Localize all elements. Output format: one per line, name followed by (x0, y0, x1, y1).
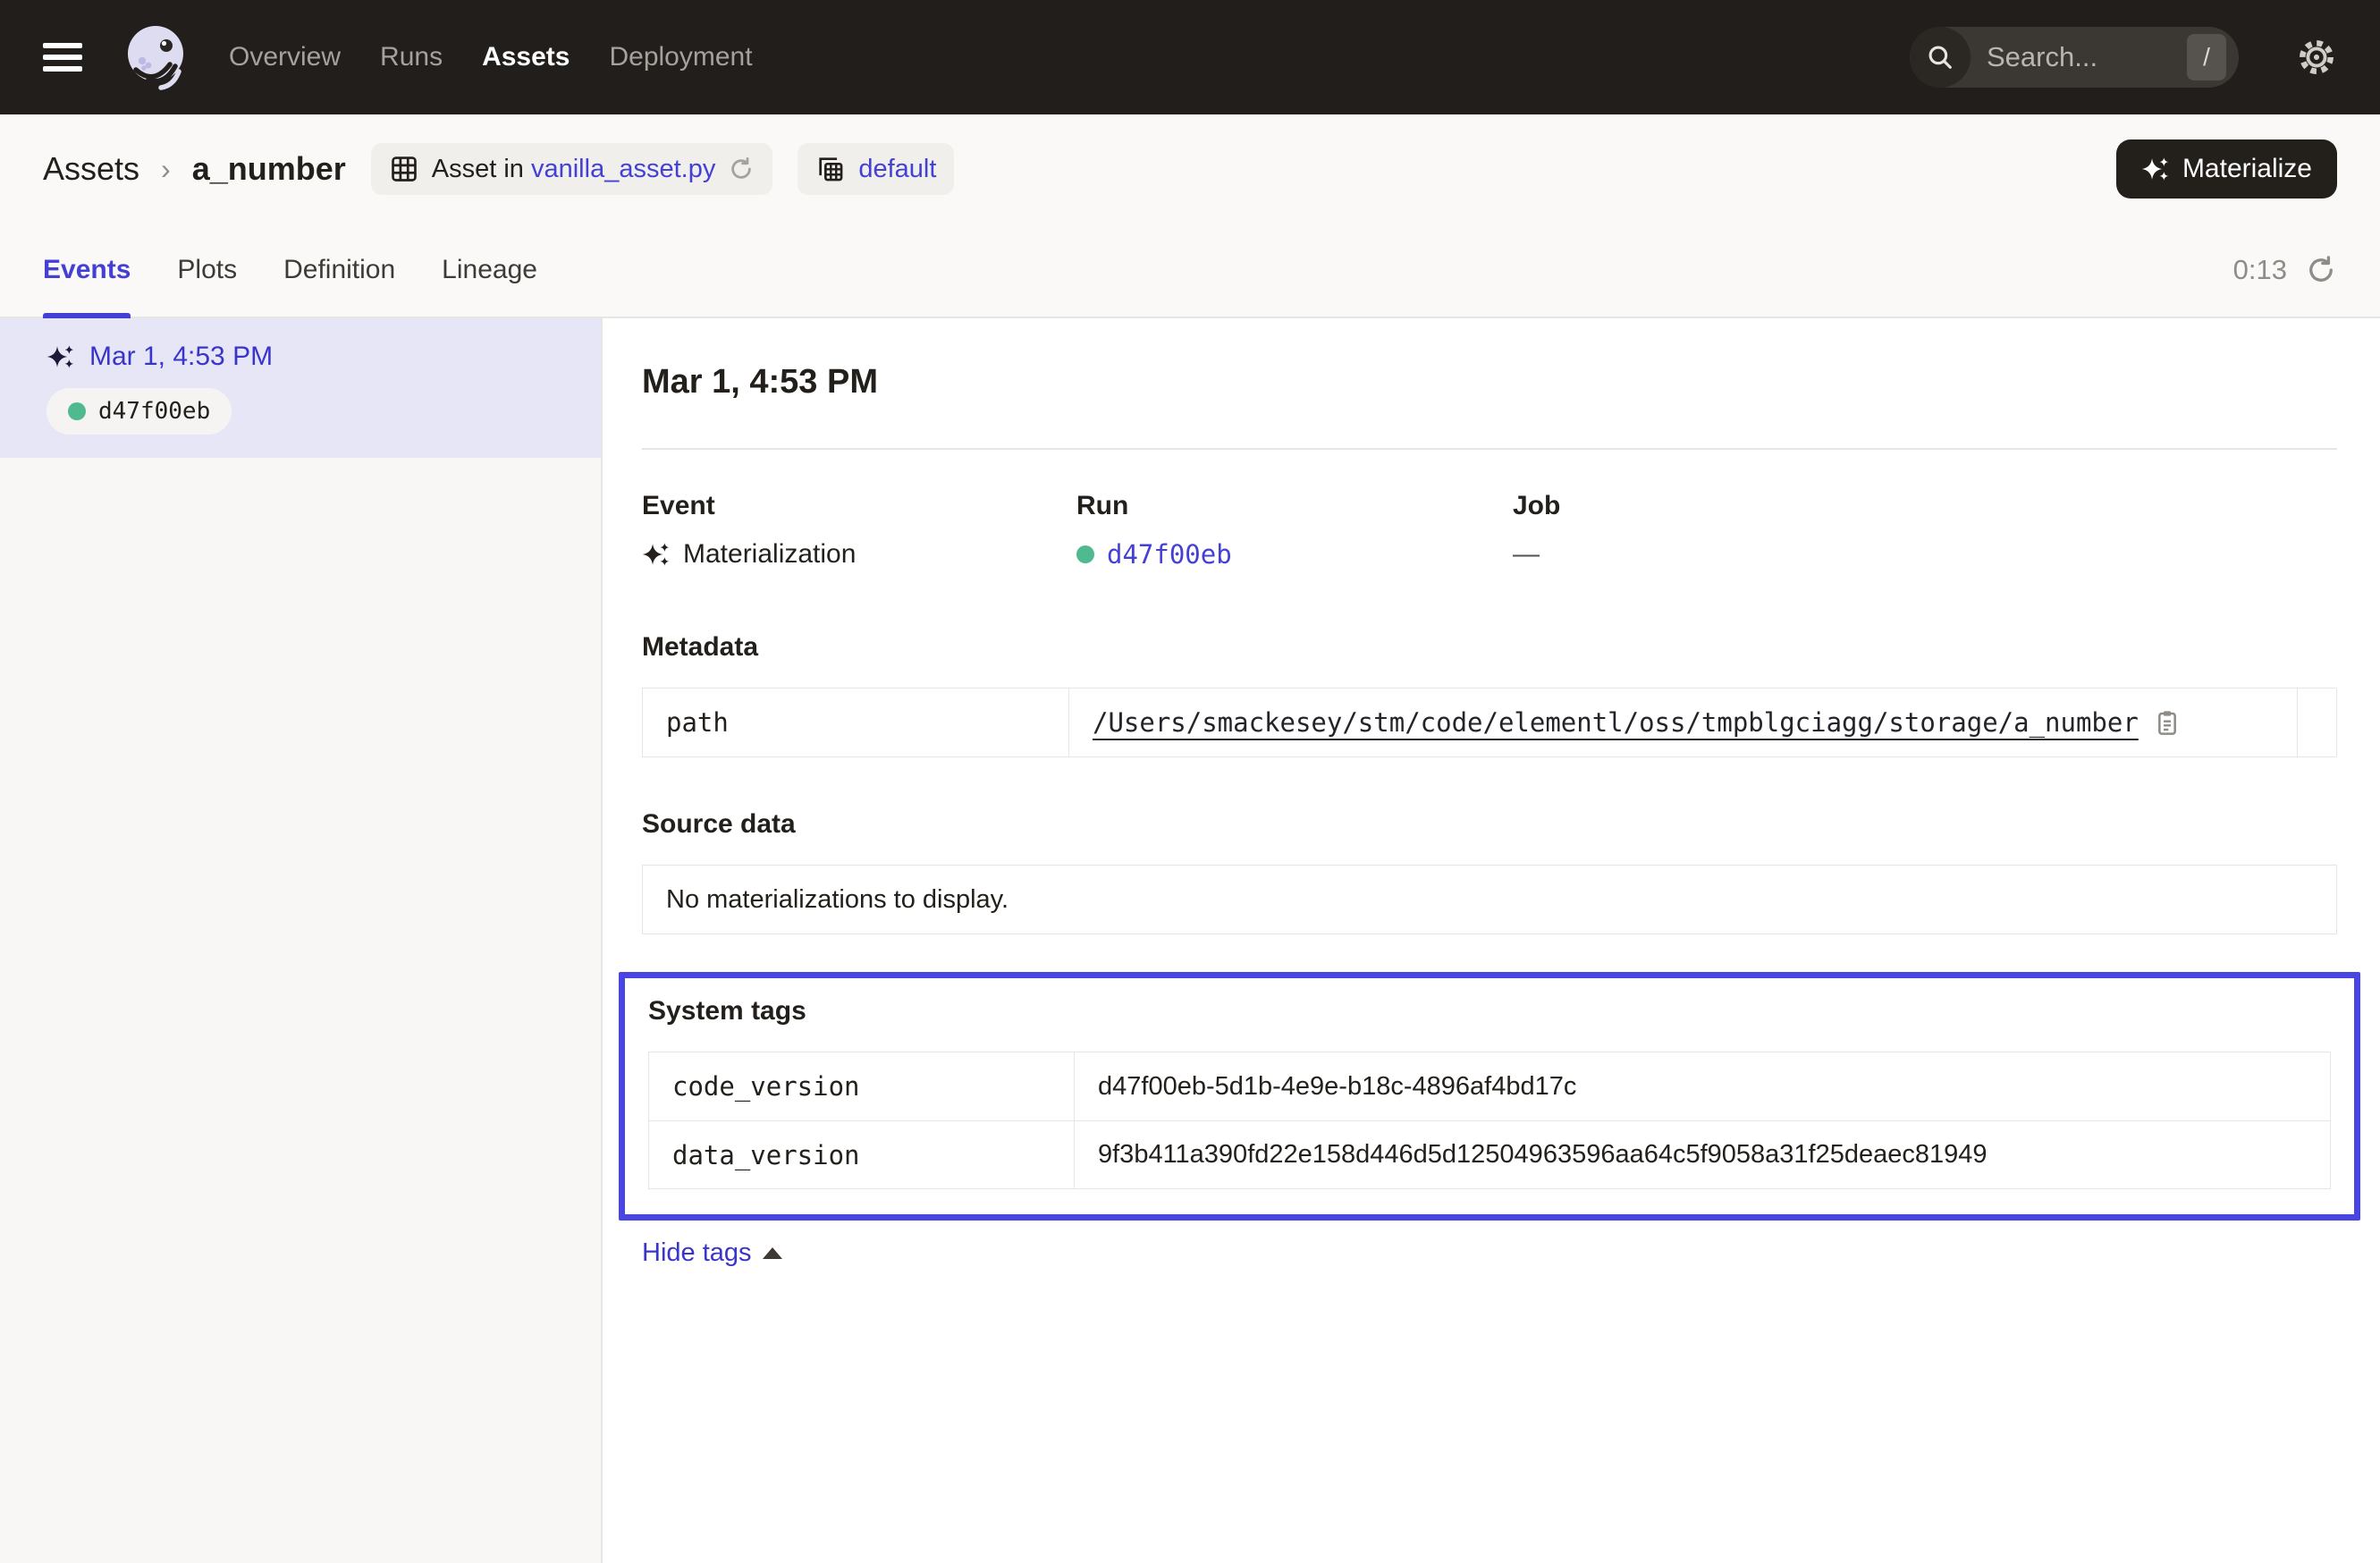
run-success-dot-icon (1076, 545, 1094, 563)
search-icon (1910, 27, 1971, 88)
run-column-label: Run (1076, 491, 1513, 521)
system-tags-heading: System tags (648, 996, 2331, 1027)
code-version-key: code_version (649, 1052, 1075, 1120)
event-date-link[interactable]: Mar 1, 4:53 PM (89, 342, 273, 372)
event-list-item-selected[interactable]: Mar 1, 4:53 PM d47f00eb (0, 318, 601, 458)
table-spacer-cell (2297, 689, 2336, 756)
refresh-timer: 0:13 (2233, 254, 2287, 286)
tab-definition[interactable]: Definition (283, 224, 395, 317)
source-data-empty-message: No materializations to display. (642, 865, 2337, 934)
tab-lineage[interactable]: Lineage (442, 224, 537, 317)
event-column-label: Event (642, 491, 1076, 521)
copy-path-icon[interactable] (2153, 708, 2182, 737)
main-nav: Overview Runs Assets Deployment (229, 42, 753, 72)
run-id-link[interactable]: d47f00eb (1107, 539, 1232, 570)
global-search-input[interactable]: Search... / (1910, 27, 2239, 88)
hide-tags-toggle[interactable]: Hide tags (642, 1238, 782, 1268)
table-row: path /Users/smackesey/stm/code/elementl/… (643, 689, 2336, 756)
nav-item-runs[interactable]: Runs (380, 42, 443, 72)
settings-gear-icon[interactable] (2296, 37, 2337, 78)
table-row: code_version d47f00eb-5d1b-4e9e-b18c-489… (649, 1052, 2330, 1120)
refresh-icon[interactable] (2305, 254, 2337, 286)
path-value-link[interactable]: /Users/smackesey/stm/code/elementl/oss/t… (1093, 707, 2139, 738)
breadcrumb-current-asset: a_number (192, 150, 346, 188)
data-version-key: data_version (649, 1121, 1075, 1188)
divider (642, 448, 2337, 450)
reload-definition-icon[interactable] (728, 156, 755, 182)
tab-plots[interactable]: Plots (177, 224, 237, 317)
event-title: Mar 1, 4:53 PM (642, 363, 2337, 401)
dagster-logo-icon[interactable] (120, 20, 191, 95)
job-empty-value: — (1513, 539, 1540, 570)
metadata-heading: Metadata (642, 632, 2337, 663)
breadcrumb-assets-link[interactable]: Assets (43, 150, 139, 188)
asset-page-header: Assets › a_number Asset in vanilla_asset… (0, 114, 2380, 224)
source-data-heading: Source data (642, 809, 2337, 840)
event-type-value: Materialization (683, 539, 856, 570)
system-tags-table: code_version d47f00eb-5d1b-4e9e-b18c-489… (648, 1052, 2331, 1189)
asset-chip-prefix: Asset in (432, 155, 531, 183)
code-location-chip[interactable]: default (798, 143, 954, 195)
asset-grid-icon (389, 154, 419, 184)
breadcrumb-separator: › (161, 153, 171, 186)
run-success-dot-icon (68, 402, 86, 420)
metadata-key: path (643, 689, 1069, 756)
asset-tabs: Events Plots Definition Lineage 0:13 (0, 224, 2380, 318)
nav-item-assets[interactable]: Assets (482, 42, 570, 72)
code-location-icon (815, 154, 846, 184)
collapse-caret-icon (763, 1247, 782, 1259)
job-column-label: Job (1513, 491, 2337, 521)
metadata-table: path /Users/smackesey/stm/code/elementl/… (642, 688, 2337, 757)
run-id-chip[interactable]: d47f00eb (46, 388, 232, 435)
asset-file-link[interactable]: vanilla_asset.py (531, 155, 715, 183)
tab-events[interactable]: Events (43, 224, 131, 317)
sparkle-icon (46, 342, 75, 371)
asset-definition-chip[interactable]: Asset in vanilla_asset.py (371, 143, 773, 195)
metadata-section: Metadata path /Users/smackesey/stm/code/… (642, 632, 2337, 757)
search-placeholder: Search... (1987, 41, 2187, 73)
code-version-value: d47f00eb-5d1b-4e9e-b18c-4896af4bd17c (1075, 1052, 2330, 1120)
nav-item-deployment[interactable]: Deployment (609, 42, 752, 72)
source-data-section: Source data No materializations to displ… (642, 809, 2337, 934)
hamburger-menu-icon[interactable] (43, 43, 82, 72)
sparkle-icon (642, 540, 671, 569)
sparkle-icon (2141, 155, 2170, 183)
nav-item-overview[interactable]: Overview (229, 42, 341, 72)
data-version-value: 9f3b411a390fd22e158d446d5d12504963596aa6… (1075, 1121, 2330, 1188)
event-detail-panel: Mar 1, 4:53 PM Event Materialization Run… (603, 318, 2380, 1563)
system-tags-section-highlighted: System tags code_version d47f00eb-5d1b-4… (619, 972, 2360, 1221)
code-location-link[interactable]: default (858, 155, 936, 184)
materialize-button[interactable]: Materialize (2116, 139, 2337, 199)
search-shortcut-badge: / (2187, 34, 2226, 80)
table-row: data_version 9f3b411a390fd22e158d446d5d1… (649, 1120, 2330, 1188)
top-navigation-bar: Overview Runs Assets Deployment Search..… (0, 0, 2380, 114)
event-list-sidebar: Mar 1, 4:53 PM d47f00eb (0, 318, 603, 1563)
